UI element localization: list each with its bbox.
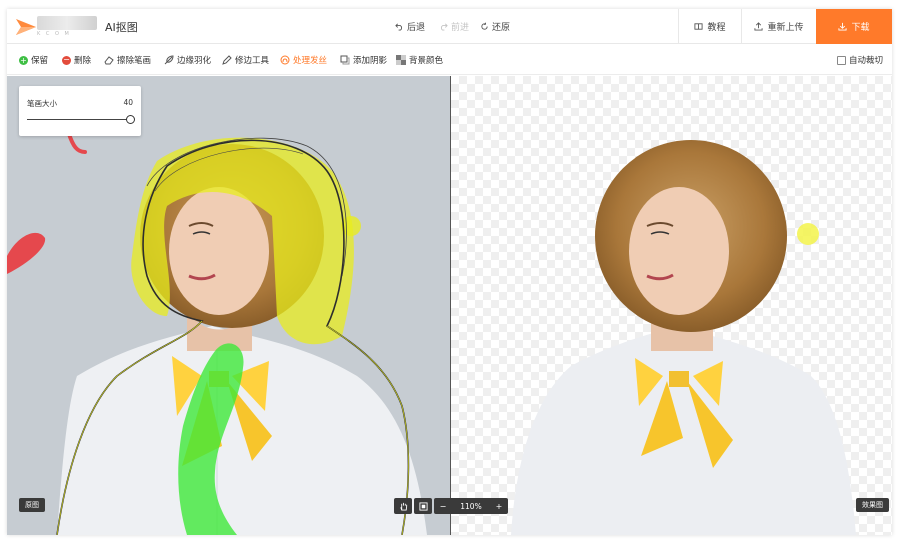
erase-label: 擦除笔画	[117, 56, 152, 66]
header: K C O M AI抠图 后退 前进 还原 教程 重新上传 下载	[7, 9, 892, 44]
fit-screen-button[interactable]	[414, 498, 432, 514]
keep-tool[interactable]: + 保留	[19, 54, 48, 66]
upload-icon	[754, 22, 764, 31]
zoom-in-button[interactable]: +	[491, 502, 507, 511]
plus-icon: +	[19, 55, 28, 65]
logo-icon	[16, 19, 36, 35]
edge-tool[interactable]: 修边工具	[222, 54, 269, 66]
original-tag: 原图	[19, 498, 45, 512]
delete-stroke	[7, 232, 46, 274]
zoom-group: − 110% +	[434, 498, 508, 514]
download-button[interactable]: 下载	[816, 9, 892, 44]
hair-label: 处理发丝	[293, 56, 328, 66]
pen-icon	[222, 55, 232, 65]
checkerboard-icon	[396, 55, 406, 65]
delete-stroke-small	[67, 132, 87, 154]
minus-icon: −	[62, 54, 71, 65]
zoom-controls: − 110% +	[394, 498, 508, 514]
restore-icon	[481, 22, 488, 30]
bg-color-tool[interactable]: 背景颜色	[396, 54, 443, 66]
feather-icon	[164, 55, 174, 65]
result-tag: 效果图	[856, 498, 889, 512]
book-icon	[694, 23, 704, 30]
download-icon	[838, 22, 848, 31]
tutorial-button[interactable]: 教程	[678, 9, 741, 44]
brush-size-slider[interactable]	[27, 119, 131, 120]
app-window: K C O M AI抠图 后退 前进 还原 教程 重新上传 下载 + 保留 − …	[7, 9, 892, 535]
shadow-label: 添加阴影	[353, 56, 388, 66]
hair-icon	[280, 55, 290, 65]
hair-brush-preview	[797, 223, 819, 245]
redo-icon	[440, 23, 448, 31]
brush-size-panel: 笔画大小 40	[19, 86, 141, 136]
undo-label: 后退	[407, 23, 426, 33]
bg-color-label: 背景颜色	[409, 56, 444, 66]
redo-label: 前进	[451, 23, 470, 33]
auto-crop-label: 自动裁切	[849, 56, 884, 66]
result-photo	[511, 140, 856, 535]
undo-button[interactable]: 后退	[395, 20, 425, 33]
shadow-icon	[340, 55, 350, 65]
app-title: AI抠图	[105, 21, 138, 34]
redo-button[interactable]: 前进	[439, 20, 469, 33]
erase-tool[interactable]: 擦除笔画	[104, 54, 151, 66]
result-canvas[interactable]: 效果图	[451, 76, 892, 535]
delete-tool[interactable]: − 删除	[62, 54, 91, 66]
hair-tool[interactable]: 处理发丝	[280, 54, 327, 66]
reupload-label: 重新上传	[767, 23, 804, 33]
keep-label: 保留	[31, 56, 49, 66]
fit-screen-icon	[418, 501, 428, 511]
edge-tool-label: 修边工具	[235, 56, 270, 66]
reupload-button[interactable]: 重新上传	[741, 9, 816, 44]
original-canvas[interactable]: 笔画大小 40 原图	[7, 76, 450, 535]
delete-label: 删除	[74, 56, 92, 66]
logo-subtext: K C O M	[37, 31, 71, 37]
auto-crop-toggle[interactable]: 自动裁切	[837, 54, 883, 66]
tutorial-label: 教程	[707, 23, 726, 33]
restore-button[interactable]: 还原	[480, 20, 510, 33]
feather-tool[interactable]: 边缘羽化	[164, 54, 211, 66]
original-photo	[7, 132, 427, 535]
restore-label: 还原	[492, 23, 511, 33]
feather-label: 边缘羽化	[177, 56, 212, 66]
brush-size-slider-handle[interactable]	[126, 115, 135, 124]
hand-icon	[399, 502, 407, 511]
undo-icon	[395, 23, 403, 31]
download-label: 下载	[851, 23, 870, 33]
brush-size-label: 笔画大小	[27, 99, 57, 108]
brush-size-value: 40	[123, 98, 133, 107]
zoom-out-button[interactable]: −	[435, 502, 451, 511]
toolbar: + 保留 − 删除 擦除笔画 边缘羽化 修边工具 处理发丝 添加阴影 背景颜色 …	[7, 45, 892, 75]
logo-wordmark	[37, 16, 97, 30]
pan-tool-button[interactable]	[394, 498, 412, 514]
auto-crop-checkbox[interactable]	[837, 55, 846, 65]
zoom-level: 110%	[460, 501, 482, 511]
shadow-tool[interactable]: 添加阴影	[340, 54, 387, 66]
eraser-icon	[104, 56, 114, 65]
